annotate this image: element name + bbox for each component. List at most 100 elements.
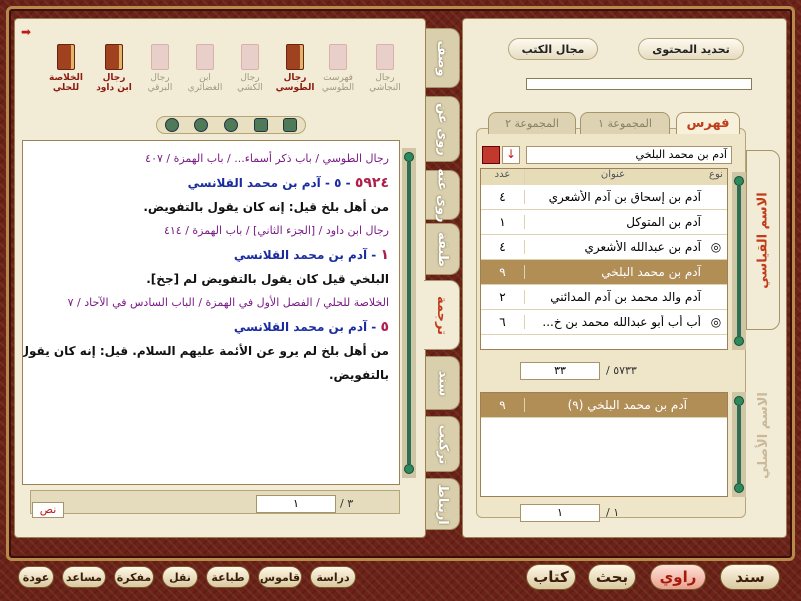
book-icon: [241, 44, 259, 70]
book-label: فهرست الطوسي: [321, 73, 355, 93]
list-icon[interactable]: [253, 118, 268, 132]
text-line: من أهل بلخ قيل: إنه كان يقول بالتفويض.: [47, 195, 389, 219]
book-icon: [105, 44, 123, 70]
line-text: بالتفويض.: [328, 368, 389, 382]
row-count: ٤: [481, 240, 525, 254]
button-label: نقل: [169, 570, 191, 584]
vtab-0[interactable]: وصف: [426, 28, 460, 88]
book-4[interactable]: ابن الغضائري: [185, 44, 225, 93]
select-content-button[interactable]: تحديد المحتوى: [638, 38, 744, 60]
row-count: ٤: [481, 190, 525, 204]
align-icon[interactable]: [283, 118, 298, 132]
vtab-5[interactable]: سند: [426, 356, 460, 410]
vtab-2[interactable]: روى عنه: [426, 168, 460, 222]
vtab-label: ارتباط: [435, 483, 451, 525]
bottom-button-1[interactable]: مساعد: [62, 566, 106, 588]
table-row[interactable]: آدم بن المتوكل ١: [481, 210, 727, 235]
text-line: البلخي قيل كان يقول بالتفويض لم [جخ].: [47, 267, 389, 291]
button-label: طباعة: [211, 570, 245, 584]
line-text: - آدم بن محمد القلانسي: [233, 248, 377, 262]
text-scrollbar[interactable]: [402, 148, 416, 478]
vtab-3[interactable]: طبقة: [426, 223, 460, 275]
vertical-tabs: وصف روى عن روى عنه طبقة ترجمة سند تركيب ارتباط: [424, 18, 460, 538]
table-row[interactable]: آدم بن إسحاق بن آدم الأشعري ٤: [481, 185, 727, 210]
bottom-button-6[interactable]: دراسة: [310, 566, 356, 588]
page-input[interactable]: ١: [256, 495, 336, 513]
page-total: / ٣: [340, 497, 354, 510]
line-text: الخلاصة للحلي / الفصل الأول في الهمزة / …: [67, 296, 389, 309]
text-label: نص: [32, 502, 64, 518]
table-row[interactable]: آدم والد محمد بن آدم المدائني ٢: [481, 285, 727, 310]
index-tab-2[interactable]: المجموعة ٢: [488, 112, 576, 134]
vtab-label: طبقة: [435, 231, 451, 267]
row-title: آدم بن عبدالله الأشعري: [584, 240, 701, 254]
main-button-1[interactable]: راوي: [650, 564, 706, 590]
text-line: ٥ - آدم بن محمد القلانسي: [47, 315, 389, 339]
vtab-1[interactable]: روى عن: [426, 96, 460, 162]
bottom-button-5[interactable]: قاموس: [258, 566, 302, 588]
standard-name-tab[interactable]: الاسم القياسي: [746, 150, 780, 330]
tab-label: المجموعة ١: [598, 117, 652, 130]
table-row[interactable]: ◎ آدم بن عبدالله الأشعري ٤: [481, 235, 727, 260]
main-button-3[interactable]: كتاب: [526, 564, 576, 590]
text-line: رجال ابن داود / [الجزء الثاني] / باب اله…: [47, 219, 389, 243]
book-2[interactable]: رجال الطوسي: [275, 44, 315, 93]
book-label: رجال الكشي: [237, 73, 263, 93]
font-icon[interactable]: [223, 118, 238, 132]
book-label: رجال البرقي: [147, 73, 173, 93]
entry-number: ٥٩٢٤: [354, 175, 389, 191]
button-label: دراسة: [316, 570, 350, 584]
entry-number: ١: [380, 247, 389, 263]
table-row[interactable]: آدم بن محمد البلخي ٩: [481, 260, 727, 285]
row-title: آدم بن إسحاق بن آدم الأشعري: [548, 190, 701, 204]
results-page-total: / ١: [606, 506, 620, 519]
index-tab-0[interactable]: فهرس: [676, 112, 740, 134]
side-tabs: الاسم القياسي الاسم الأصلي: [746, 130, 782, 530]
vtab-label: تركيب: [435, 424, 451, 464]
index-scrollbar[interactable]: [732, 172, 746, 350]
book-label: رجال النجاشي: [369, 73, 401, 93]
results-scrollbar[interactable]: [732, 392, 746, 497]
button-label: بحث: [595, 568, 629, 586]
result-count: ٩: [481, 398, 525, 412]
original-name-tab[interactable]: الاسم الأصلي: [746, 360, 780, 510]
row-count: ٩: [481, 265, 525, 279]
book-3[interactable]: رجال الكشي: [230, 44, 270, 93]
book-icon: [57, 44, 75, 70]
arrow-icon[interactable]: ➡: [21, 25, 31, 39]
book-1[interactable]: فهرست الطوسي: [318, 44, 358, 93]
table-row[interactable]: ◎ أب أب أبو عبدالله محمد بن خ... ٦: [481, 310, 727, 335]
result-row[interactable]: آدم بن محمد البلخي (٩) ٩: [481, 393, 727, 418]
vtab-7[interactable]: ارتباط: [426, 478, 460, 530]
keyboard-icon[interactable]: [482, 146, 500, 164]
book-5[interactable]: رجال البرقي: [140, 44, 180, 93]
main-button-0[interactable]: سند: [720, 564, 780, 590]
line-text: البلخي قيل كان يقول بالتفويض لم [جخ].: [146, 272, 389, 286]
bottom-button-2[interactable]: مفكرة: [114, 566, 154, 588]
book-icon: [329, 44, 347, 70]
zoom-out-icon[interactable]: [194, 118, 209, 132]
index-tab-1[interactable]: المجموعة ١: [580, 112, 670, 134]
main-button-2[interactable]: بحث: [588, 564, 636, 590]
arrow-down-icon[interactable]: ↓: [502, 146, 520, 164]
book-6[interactable]: رجال ابن داود: [94, 44, 134, 93]
text-toolbar: [156, 116, 306, 134]
book-0[interactable]: رجال النجاشي: [365, 44, 405, 93]
search-input[interactable]: آدم بن محمد البلخي: [526, 146, 732, 164]
vtab-4[interactable]: ترجمة: [424, 280, 460, 350]
zoom-in-icon[interactable]: [164, 118, 179, 132]
vtab-6[interactable]: تركيب: [426, 416, 460, 472]
bottom-button-0[interactable]: عودة: [18, 566, 54, 588]
books-range-button[interactable]: مجال الكتب: [508, 38, 598, 60]
book-icon: [286, 44, 304, 70]
bottom-button-4[interactable]: طباعة: [206, 566, 250, 588]
row-count: ٢: [481, 290, 525, 304]
bottom-button-3[interactable]: نقل: [162, 566, 198, 588]
results-page-input[interactable]: ١: [520, 504, 600, 522]
index-page-input[interactable]: ٣٣: [520, 362, 600, 380]
book-7[interactable]: الخلاصة للحلي: [46, 44, 86, 93]
text-line: رجال الطوسي / باب ذكر أسماء... / باب اله…: [47, 147, 389, 171]
button-label: راوي: [659, 568, 697, 586]
book-label: رجال ابن داود: [96, 73, 132, 93]
vtab-label: وصف: [435, 39, 450, 77]
